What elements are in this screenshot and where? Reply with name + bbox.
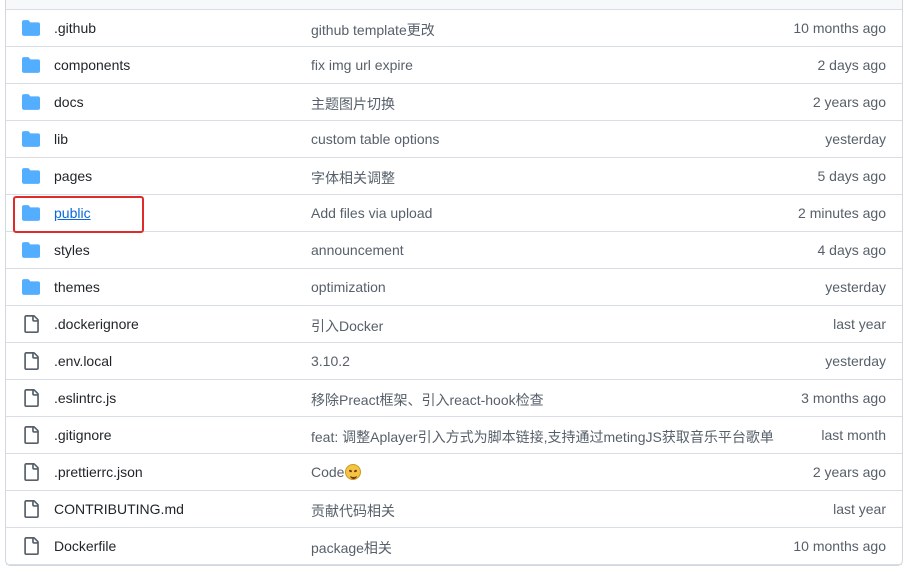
commit-time: 3 months ago xyxy=(801,390,886,406)
file-row-dot-github[interactable]: .github github template更改 10 months ago xyxy=(6,10,902,47)
file-row-dockerfile[interactable]: Dockerfile package相关 10 months ago xyxy=(6,528,902,565)
commit-message-text: Add files via upload xyxy=(311,205,433,221)
folder-icon xyxy=(22,167,40,185)
file-row-contributing-md[interactable]: CONTRIBUTING.md 贡献代码相关 last year xyxy=(6,491,902,528)
file-row-dot-gitignore[interactable]: .gitignore feat: 调整Aplayer引入方式为脚本链接,支持通过… xyxy=(6,417,902,454)
commit-message-text: package相关 xyxy=(311,540,392,556)
commit-message-link[interactable]: github template更改 xyxy=(311,20,435,40)
folder-icon xyxy=(22,278,40,296)
file-icon xyxy=(22,537,40,555)
file-name-link[interactable]: themes xyxy=(54,279,100,295)
folder-icon xyxy=(22,204,40,222)
file-name-link[interactable]: lib xyxy=(54,131,68,147)
commit-time: 2 years ago xyxy=(812,464,886,480)
commit-message-link[interactable]: Code xyxy=(311,464,362,480)
file-name-link[interactable]: .dockerignore xyxy=(54,316,139,332)
commit-message-link[interactable]: 移除Preact框架、引入react-hook检查 xyxy=(311,390,544,410)
file-list-header xyxy=(6,0,902,10)
file-row-dot-prettierrc-json[interactable]: .prettierrc.json Code 2 years ago xyxy=(6,454,902,491)
commit-message-text: 贡献代码相关 xyxy=(311,503,395,519)
file-icon xyxy=(22,352,40,370)
commit-message-link[interactable]: 字体相关调整 xyxy=(311,168,395,188)
file-name-link[interactable]: .gitignore xyxy=(54,427,112,443)
file-name-link[interactable]: public xyxy=(54,205,91,221)
commit-time: 10 months ago xyxy=(793,20,886,36)
commit-message-text: fix img url expire xyxy=(311,57,413,73)
commit-time: last month xyxy=(821,427,886,443)
commit-time: 2 years ago xyxy=(812,94,886,110)
commit-message-link[interactable]: announcement xyxy=(311,242,404,258)
file-name-link[interactable]: styles xyxy=(54,242,90,258)
commit-message-text: 字体相关调整 xyxy=(311,170,395,186)
file-name-link[interactable]: .env.local xyxy=(54,353,112,369)
folder-icon xyxy=(22,19,40,37)
file-name-link[interactable]: components xyxy=(54,57,130,73)
file-icon xyxy=(22,426,40,444)
commit-message-text: optimization xyxy=(311,279,386,295)
commit-time: yesterday xyxy=(825,131,886,147)
commit-message-text: custom table options xyxy=(311,131,440,147)
file-name-link[interactable]: .prettierrc.json xyxy=(54,464,143,480)
file-icon xyxy=(22,315,40,333)
commit-time: yesterday xyxy=(825,279,886,295)
file-name-link[interactable]: CONTRIBUTING.md xyxy=(54,501,184,517)
file-row-pages[interactable]: pages 字体相关调整 5 days ago xyxy=(6,158,902,195)
commit-time: 4 days ago xyxy=(817,242,887,258)
commit-time: last year xyxy=(833,316,886,332)
commit-message-link[interactable]: feat: 调整Aplayer引入方式为脚本链接,支持通过metingJS获取音… xyxy=(311,427,774,447)
file-row-public[interactable]: public Add files via upload 2 minutes ag… xyxy=(6,195,902,232)
commit-message-text: Code xyxy=(311,464,345,480)
file-row-lib[interactable]: lib custom table options yesterday xyxy=(6,121,902,158)
commit-message-link[interactable]: 贡献代码相关 xyxy=(311,501,395,521)
commit-message-link[interactable]: Add files via upload xyxy=(311,205,432,221)
commit-message-link[interactable]: package相关 xyxy=(311,538,392,558)
commit-message-text: feat: 调整Aplayer引入方式为脚本链接,支持通过metingJS获取音… xyxy=(311,429,774,445)
file-name-link[interactable]: Dockerfile xyxy=(54,538,116,554)
file-row-components[interactable]: components fix img url expire 2 days ago xyxy=(6,47,902,84)
commit-time: yesterday xyxy=(825,353,886,369)
file-row-dot-env-local[interactable]: .env.local 3.10.2 yesterday xyxy=(6,343,902,380)
file-row-styles[interactable]: styles announcement 4 days ago xyxy=(6,232,902,269)
commit-message-text: 3.10.2 xyxy=(311,353,350,369)
rolling-on-floor-laughing-emoji xyxy=(345,464,362,480)
folder-icon xyxy=(22,93,40,111)
file-row-dot-dockerignore[interactable]: .dockerignore 引入Docker last year xyxy=(6,306,902,343)
commit-message-link[interactable]: custom table options xyxy=(311,131,439,147)
commit-time: last year xyxy=(833,501,886,517)
commit-time: 5 days ago xyxy=(817,168,887,184)
file-name-link[interactable]: pages xyxy=(54,168,92,184)
file-icon xyxy=(22,500,40,518)
commit-message-link[interactable]: 3.10.2 xyxy=(311,353,350,369)
commit-time: 2 minutes ago xyxy=(798,205,886,221)
file-row-docs[interactable]: docs 主题图片切换 2 years ago xyxy=(6,84,902,121)
file-list: .github github template更改 10 months ago … xyxy=(5,0,903,566)
commit-time: 2 days ago xyxy=(817,57,887,73)
file-name-link[interactable]: docs xyxy=(54,94,84,110)
file-name-link[interactable]: .github xyxy=(54,20,96,36)
file-icon xyxy=(22,389,40,407)
commit-message-text: 主题图片切换 xyxy=(311,96,395,112)
commit-message-link[interactable]: fix img url expire xyxy=(311,57,413,73)
file-rows: .github github template更改 10 months ago … xyxy=(6,10,902,565)
commit-message-text: announcement xyxy=(311,242,404,258)
file-row-themes[interactable]: themes optimization yesterday xyxy=(6,269,902,306)
folder-icon xyxy=(22,56,40,74)
commit-message-link[interactable]: 引入Docker xyxy=(311,316,383,336)
commit-message-text: 引入Docker xyxy=(311,318,384,334)
file-icon xyxy=(22,463,40,481)
file-row-dot-eslintrc-js[interactable]: .eslintrc.js 移除Preact框架、引入react-hook检查 3… xyxy=(6,380,902,417)
commit-message-link[interactable]: 主题图片切换 xyxy=(311,94,395,114)
folder-icon xyxy=(22,241,40,259)
commit-message-link[interactable]: optimization xyxy=(311,279,386,295)
commit-time: 10 months ago xyxy=(793,538,886,554)
file-name-link[interactable]: .eslintrc.js xyxy=(54,390,116,406)
commit-message-text: 移除Preact框架、引入react-hook检查 xyxy=(311,392,544,408)
commit-message-text: github template更改 xyxy=(311,22,435,38)
folder-icon xyxy=(22,130,40,148)
